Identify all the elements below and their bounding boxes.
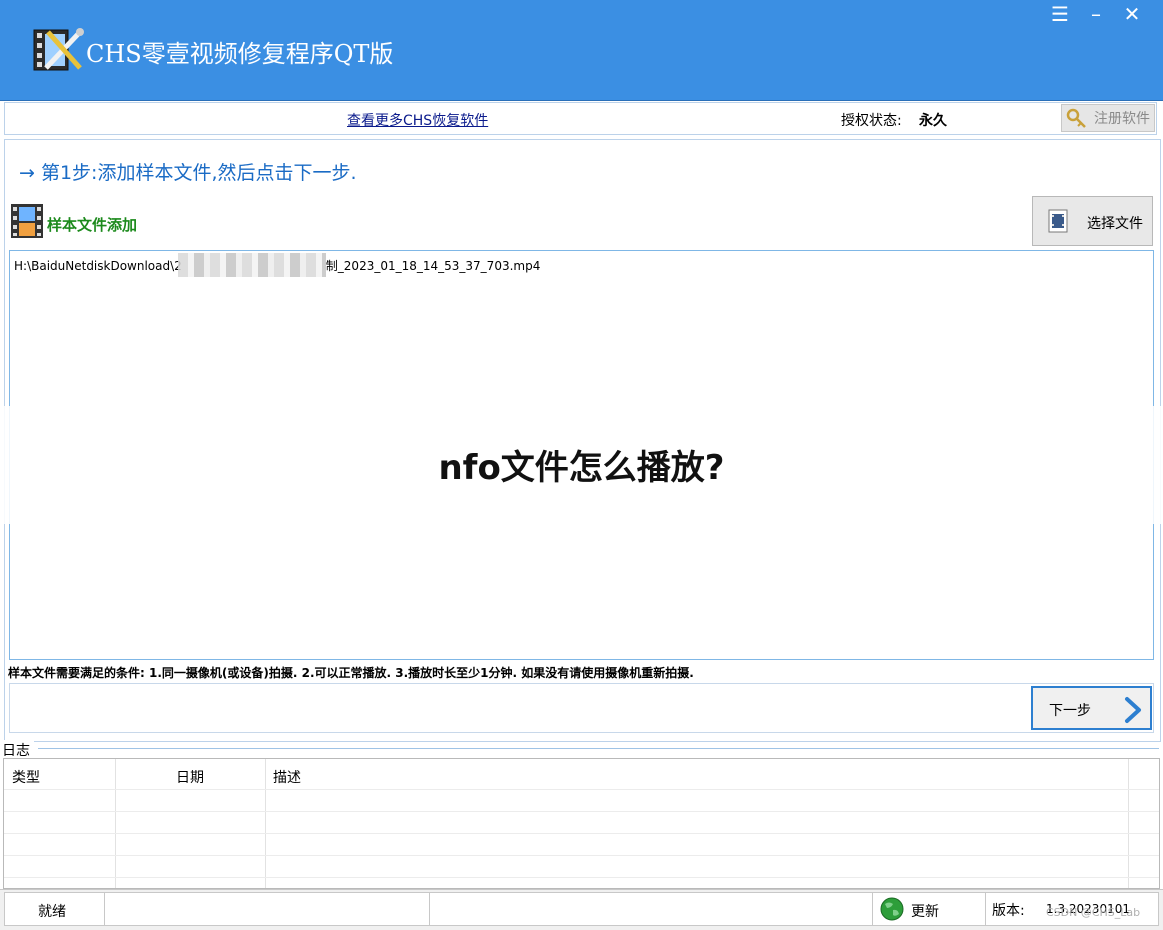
globe-icon [879,896,905,922]
file-path-suffix: 制_2023_01_18_14_53_37_703.mp4 [325,259,541,273]
choose-file-label: 选择文件 [1087,216,1143,232]
status-cell-empty [104,892,430,926]
status-text: 就绪 [38,904,66,920]
row-divider [4,877,1159,878]
window-controls: ☰ – ✕ [1043,2,1149,28]
video-file-icon [1047,209,1069,233]
app-logo-icon [30,24,86,74]
update-label: 更新 [911,904,939,920]
row-divider [4,855,1159,856]
auth-status-label: 授权状态: [841,113,902,129]
file-path-prefix: H:\BaiduNetdiskDownload\2 [14,259,182,273]
register-button[interactable]: 注册软件 [1061,104,1155,132]
next-step-button[interactable]: 下一步 [1031,686,1152,730]
watermark: CSDN @CHS_Lab [1046,906,1141,919]
chevron-right-icon [1121,696,1145,724]
step-instruction: → 第1步:添加样本文件,然后点击下一步. [19,162,357,184]
overlay-title: nfo文件怎么播放? [438,448,725,488]
sample-requirements-hint: 样本文件需要满足的条件: 1.同一摄像机(或设备)拍摄. 2.可以正常播放. 3… [8,666,694,680]
film-icon [9,202,45,240]
row-divider [4,833,1159,834]
app-title: CHS零壹视频修复程序QT版 [86,40,394,68]
next-step-area: 下一步 [9,683,1154,733]
auth-status-value: 永久 [919,113,947,129]
choose-file-button[interactable]: 选择文件 [1032,196,1153,246]
close-icon[interactable]: ✕ [1115,2,1149,28]
minimize-icon[interactable]: – [1079,2,1113,28]
title-bar: CHS零壹视频修复程序QT版 ☰ – ✕ [0,0,1163,101]
column-header-type[interactable]: 类型 [12,767,40,787]
log-section-title: 日志 [2,740,34,760]
more-software-link[interactable]: 查看更多CHS恢复软件 [347,110,488,130]
column-divider [1128,759,1129,888]
column-divider [265,759,266,888]
key-icon [1066,108,1088,130]
update-button[interactable]: 更新 [872,892,986,926]
status-bar: 就绪 更新 版本: 1.3.20230101 [0,889,1163,930]
column-header-date[interactable]: 日期 [176,767,204,787]
log-divider [38,748,1159,749]
next-step-label: 下一步 [1049,703,1091,719]
row-divider [4,811,1159,812]
version-label: 版本: [992,903,1025,919]
register-button-label: 注册软件 [1094,111,1150,127]
column-divider [115,759,116,888]
status-cell: 就绪 [4,892,105,926]
log-table[interactable]: 类型 日期 描述 [3,758,1160,889]
menu-icon[interactable]: ☰ [1043,2,1077,28]
column-header-description[interactable]: 描述 [273,767,301,787]
sample-section-title: 样本文件添加 [47,216,138,234]
info-bar: 查看更多CHS恢复软件 授权状态: 永久 注册软件 [4,102,1157,135]
status-cell-empty [429,892,873,926]
row-divider [4,789,1159,790]
redacted-filename [178,253,326,277]
